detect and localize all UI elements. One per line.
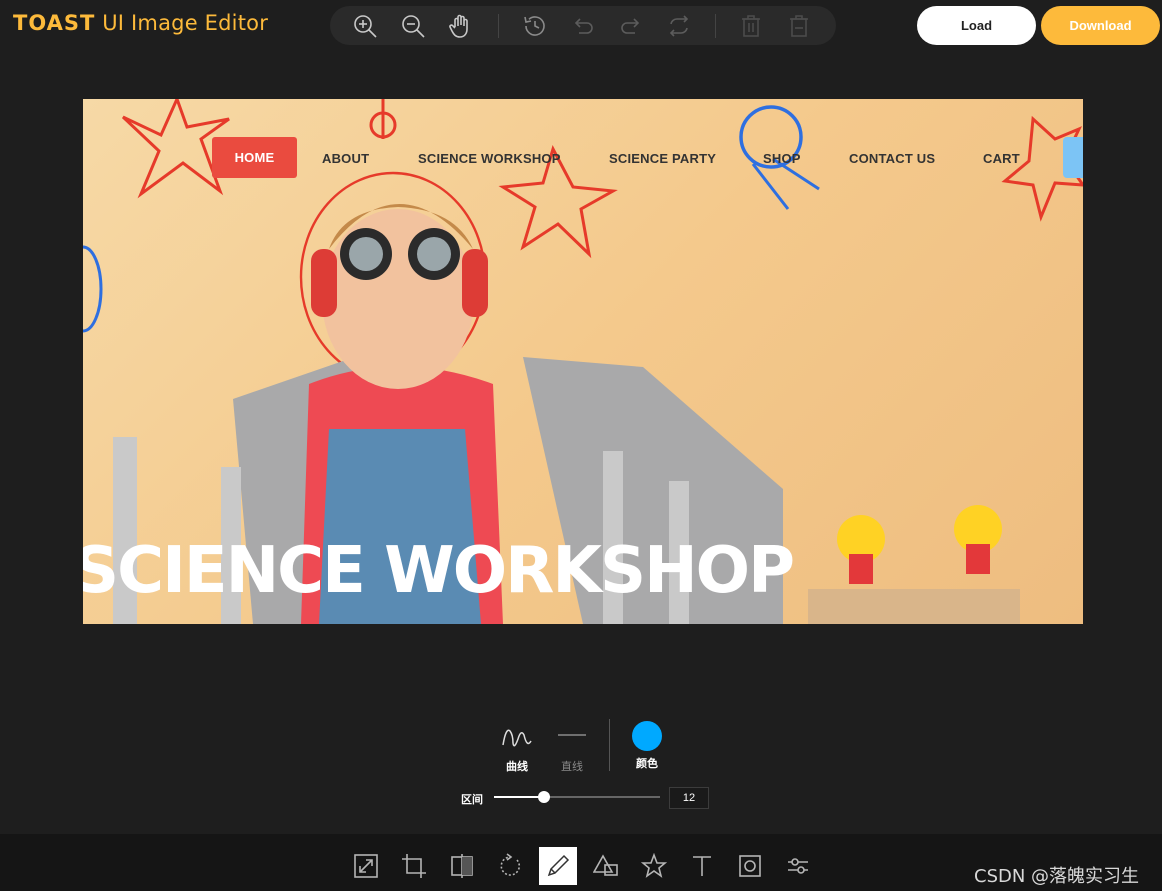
flip-icon[interactable] xyxy=(443,847,481,885)
load-button[interactable]: Load xyxy=(917,6,1036,45)
filter-icon[interactable] xyxy=(779,847,817,885)
toolbar-divider xyxy=(498,14,499,38)
image-nav-science-workshop: SCIENCE WORKSHOP xyxy=(418,151,561,166)
crop-icon[interactable] xyxy=(395,847,433,885)
image-canvas[interactable]: HOME ABOUT SCIENCE WORKSHOP SCIENCE PART… xyxy=(83,99,1083,624)
image-nav-cart: CART xyxy=(983,151,1020,166)
image-nav-bar: HOME ABOUT SCIENCE WORKSHOP SCIENCE PART… xyxy=(83,137,1083,179)
range-value-input[interactable] xyxy=(669,787,709,809)
line-draw-label: 直线 xyxy=(561,761,583,773)
curve-icon xyxy=(502,729,532,747)
free-draw-option[interactable]: 曲线 xyxy=(497,723,537,774)
hand-icon[interactable] xyxy=(448,13,474,39)
draw-menu-divider xyxy=(609,719,610,771)
range-slider[interactable] xyxy=(494,791,660,803)
image-nav-about: ABOUT xyxy=(322,151,370,166)
draw-submenu: 曲线 直线 颜色 区间 xyxy=(0,710,1162,830)
range-label: 区间 xyxy=(461,794,483,806)
shape-icon[interactable] xyxy=(587,847,625,885)
resize-icon[interactable] xyxy=(347,847,385,885)
draw-icon[interactable] xyxy=(539,847,577,885)
mask-icon[interactable] xyxy=(731,847,769,885)
free-draw-label: 曲线 xyxy=(506,761,528,773)
image-headline: SCIENCE WORKSHOP xyxy=(83,534,795,608)
download-button[interactable]: Download xyxy=(1041,6,1160,45)
line-draw-option[interactable]: 直线 xyxy=(552,723,592,774)
rotate-icon[interactable] xyxy=(491,847,529,885)
reset-icon[interactable] xyxy=(666,13,692,39)
color-picker[interactable]: 颜色 xyxy=(627,721,667,771)
image-nav-home: HOME xyxy=(212,137,297,178)
line-icon xyxy=(558,734,586,736)
image-nav-contact: CONTACT US xyxy=(849,151,936,166)
delete-icon[interactable] xyxy=(738,13,764,39)
image-nav-chip xyxy=(1063,137,1083,178)
icon-icon[interactable] xyxy=(635,847,673,885)
app-logo: TOAST UI Image Editor xyxy=(13,11,268,35)
zoom-out-icon[interactable] xyxy=(400,13,426,39)
undo-icon[interactable] xyxy=(570,13,596,39)
color-label: 颜色 xyxy=(636,758,658,770)
history-icon[interactable] xyxy=(522,13,548,39)
header: TOAST UI Image Editor Load Download xyxy=(0,0,1162,54)
watermark: CSDN @落魄实习生 xyxy=(974,866,1140,887)
redo-icon[interactable] xyxy=(618,13,644,39)
top-toolbar xyxy=(330,6,836,45)
logo-title: UI Image Editor xyxy=(95,11,269,35)
range-slider-fill xyxy=(494,796,544,798)
image-nav-science-party: SCIENCE PARTY xyxy=(609,151,717,166)
zoom-in-icon[interactable] xyxy=(352,13,378,39)
logo-brand: TOAST xyxy=(13,11,96,35)
color-swatch[interactable] xyxy=(632,721,662,751)
range-slider-thumb[interactable] xyxy=(537,791,550,803)
text-icon[interactable] xyxy=(683,847,721,885)
delete-all-icon[interactable] xyxy=(786,13,812,39)
image-nav-shop: SHOP xyxy=(763,151,801,166)
toolbar-divider xyxy=(715,14,716,38)
